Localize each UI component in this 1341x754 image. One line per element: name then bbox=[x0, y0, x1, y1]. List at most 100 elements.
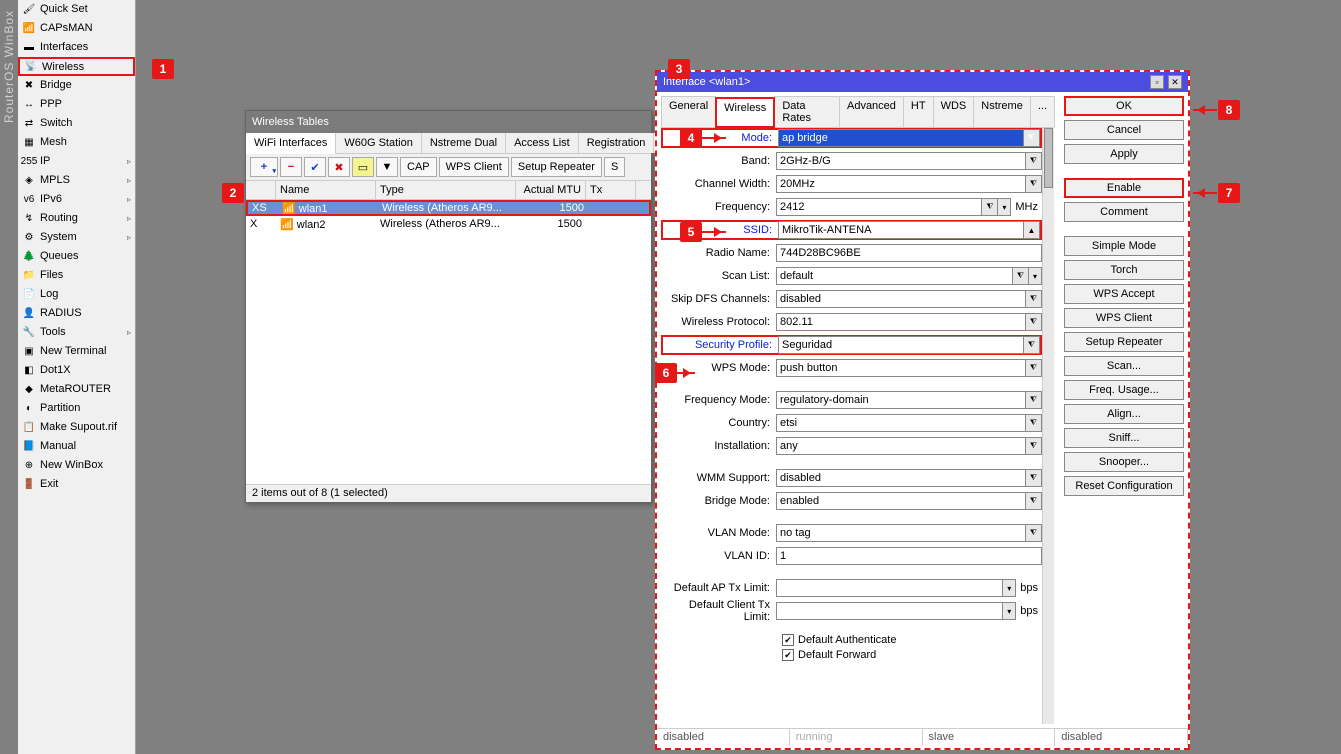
dropdown-icon[interactable]: ⧨ bbox=[981, 199, 997, 215]
dropdown-icon[interactable]: ⧨ bbox=[1025, 525, 1041, 541]
sidebar-item-partition[interactable]: ◐Partition bbox=[18, 399, 135, 418]
wireless-tables-title[interactable]: Wireless Tables bbox=[246, 111, 651, 133]
torch-button[interactable]: Torch bbox=[1064, 260, 1184, 280]
add-button[interactable]: + bbox=[250, 157, 278, 177]
col-name[interactable]: Name bbox=[276, 181, 376, 199]
setup-repeater-button[interactable]: Setup Repeater bbox=[1064, 332, 1184, 352]
comment-button[interactable]: ▭ bbox=[352, 157, 374, 177]
sidebar-item-interfaces[interactable]: ▬Interfaces bbox=[18, 38, 135, 57]
sidebar-item-ppp[interactable]: ↔PPP bbox=[18, 95, 135, 114]
sidebar-item-mpls[interactable]: ◈MPLS▹ bbox=[18, 171, 135, 190]
extra-dropdown-icon[interactable]: ▾ bbox=[1002, 602, 1016, 620]
sidebar-item-ipv6[interactable]: v6IPv6▹ bbox=[18, 190, 135, 209]
sidebar-item-quick-set[interactable]: 🖌Quick Set bbox=[18, 0, 135, 19]
input-band[interactable]: 2GHz-B/G⧨ bbox=[776, 152, 1042, 170]
input-mode[interactable]: ap bridge⧨ bbox=[778, 129, 1040, 147]
apply-button[interactable]: Apply bbox=[1064, 144, 1184, 164]
sidebar-item-bridge[interactable]: ✖Bridge bbox=[18, 76, 135, 95]
input-vlan_mode[interactable]: no tag⧨ bbox=[776, 524, 1042, 542]
filter-button[interactable]: ▼ bbox=[376, 157, 398, 177]
table-row[interactable]: X📶 wlan2Wireless (Atheros AR9...1500 bbox=[246, 216, 651, 232]
scan--button[interactable]: Scan... bbox=[1064, 356, 1184, 376]
dropdown-icon[interactable]: ⧨ bbox=[1012, 268, 1028, 284]
extra-dropdown-icon[interactable]: ▾ bbox=[1028, 267, 1042, 285]
table-row[interactable]: XS📶 wlan1Wireless (Atheros AR9...1500 bbox=[246, 200, 651, 216]
sidebar-item-system[interactable]: ⚙System▹ bbox=[18, 228, 135, 247]
input-client_tx[interactable] bbox=[776, 602, 1003, 620]
if-tab-nstreme[interactable]: Nstreme bbox=[973, 96, 1031, 127]
dropdown-icon[interactable]: ⧨ bbox=[1025, 176, 1041, 192]
cancel-button[interactable]: Cancel bbox=[1064, 120, 1184, 140]
cap-button[interactable]: CAP bbox=[400, 157, 437, 177]
sidebar-item-files[interactable]: 📁Files bbox=[18, 266, 135, 285]
input-freq_mode[interactable]: regulatory-domain⧨ bbox=[776, 391, 1042, 409]
input-wps_mode[interactable]: push button⧨ bbox=[776, 359, 1042, 377]
wt-tab-registration[interactable]: Registration bbox=[579, 133, 655, 153]
sidebar-item-switch[interactable]: ⇄Switch bbox=[18, 114, 135, 133]
input-bridge_mode[interactable]: enabled⧨ bbox=[776, 492, 1042, 510]
dropdown-icon[interactable]: ⧨ bbox=[1025, 470, 1041, 486]
wps-client-button[interactable]: WPS Client bbox=[439, 157, 509, 177]
enable-button[interactable]: Enable bbox=[1064, 178, 1184, 198]
interface-dialog-titlebar[interactable]: Interface <wlan1> ▫ ✕ bbox=[657, 72, 1188, 92]
sidebar-item-metarouter[interactable]: ◆MetaROUTER bbox=[18, 380, 135, 399]
dropdown-icon[interactable]: ⧨ bbox=[1025, 360, 1041, 376]
sniff--button[interactable]: Sniff... bbox=[1064, 428, 1184, 448]
enable-button[interactable]: ✔ bbox=[304, 157, 326, 177]
reset-configuration-button[interactable]: Reset Configuration bbox=[1064, 476, 1184, 496]
dropdown-icon[interactable]: ⧨ bbox=[1025, 392, 1041, 408]
dropdown-icon[interactable]: ⧨ bbox=[1025, 415, 1041, 431]
wt-tab-wifi-interfaces[interactable]: WiFi Interfaces bbox=[246, 133, 336, 154]
sidebar-item-mesh[interactable]: ▦Mesh bbox=[18, 133, 135, 152]
col-mtu[interactable]: Actual MTU bbox=[516, 181, 586, 199]
sidebar-item-manual[interactable]: 📘Manual bbox=[18, 437, 135, 456]
dropdown-icon[interactable]: ▲ bbox=[1023, 222, 1039, 238]
input-wmm[interactable]: disabled⧨ bbox=[776, 469, 1042, 487]
if-tab-general[interactable]: General bbox=[661, 96, 716, 127]
sidebar-item-exit[interactable]: 🚪Exit bbox=[18, 475, 135, 494]
wps-accept-button[interactable]: WPS Accept bbox=[1064, 284, 1184, 304]
dropdown-icon[interactable]: ⧨ bbox=[1025, 438, 1041, 454]
extra-dropdown-icon[interactable]: ▾ bbox=[997, 198, 1011, 216]
sidebar-item-routing[interactable]: ↯Routing▹ bbox=[18, 209, 135, 228]
input-channel_width[interactable]: 20MHz⧨ bbox=[776, 175, 1042, 193]
input-security[interactable]: Seguridad⧨ bbox=[778, 336, 1040, 354]
simple-mode-button[interactable]: Simple Mode bbox=[1064, 236, 1184, 256]
s-button[interactable]: S bbox=[604, 157, 625, 177]
sidebar-item-log[interactable]: 📄Log bbox=[18, 285, 135, 304]
sidebar-item-queues[interactable]: 🌲Queues bbox=[18, 247, 135, 266]
setup-repeater-button[interactable]: Setup Repeater bbox=[511, 157, 602, 177]
disable-button[interactable]: ✖ bbox=[328, 157, 350, 177]
if-tab-datarates[interactable]: Data Rates bbox=[774, 96, 840, 127]
align--button[interactable]: Align... bbox=[1064, 404, 1184, 424]
window-minimize-icon[interactable]: ▫ bbox=[1150, 75, 1164, 89]
wt-tab-w60g-station[interactable]: W60G Station bbox=[336, 133, 421, 153]
input-vlan_id[interactable]: 1 bbox=[776, 547, 1042, 565]
if-tab-ht[interactable]: HT bbox=[903, 96, 934, 127]
freq-usage--button[interactable]: Freq. Usage... bbox=[1064, 380, 1184, 400]
dropdown-icon[interactable]: ⧨ bbox=[1025, 153, 1041, 169]
input-country[interactable]: etsi⧨ bbox=[776, 414, 1042, 432]
extra-dropdown-icon[interactable]: ▾ bbox=[1002, 579, 1016, 597]
dropdown-icon[interactable]: ⧨ bbox=[1025, 291, 1041, 307]
wt-tab-nstreme-dual[interactable]: Nstreme Dual bbox=[422, 133, 506, 153]
col-type[interactable]: Type bbox=[376, 181, 516, 199]
sidebar-item-radius[interactable]: 👤RADIUS bbox=[18, 304, 135, 323]
sidebar-item-wireless[interactable]: 📡Wireless bbox=[18, 57, 135, 76]
form-scrollbar[interactable] bbox=[1042, 128, 1054, 724]
if-tab-advanced[interactable]: Advanced bbox=[839, 96, 904, 127]
ok-button[interactable]: OK bbox=[1064, 96, 1184, 116]
if-tab-wireless[interactable]: Wireless bbox=[715, 97, 775, 128]
dropdown-icon[interactable]: ⧨ bbox=[1025, 493, 1041, 509]
if-tab-[interactable]: ... bbox=[1030, 96, 1055, 127]
input-skip_dfs[interactable]: disabled⧨ bbox=[776, 290, 1042, 308]
sidebar-item-new-winbox[interactable]: ⊕New WinBox bbox=[18, 456, 135, 475]
if-tab-wds[interactable]: WDS bbox=[933, 96, 975, 127]
checkbox-forward[interactable]: ✔Default Forward bbox=[782, 649, 1042, 661]
dropdown-icon[interactable]: ⧨ bbox=[1023, 130, 1039, 146]
input-radio_name[interactable]: 744D28BC96BE bbox=[776, 244, 1042, 262]
input-installation[interactable]: any⧨ bbox=[776, 437, 1042, 455]
snooper--button[interactable]: Snooper... bbox=[1064, 452, 1184, 472]
sidebar-item-tools[interactable]: 🔧Tools▹ bbox=[18, 323, 135, 342]
window-close-icon[interactable]: ✕ bbox=[1168, 75, 1182, 89]
